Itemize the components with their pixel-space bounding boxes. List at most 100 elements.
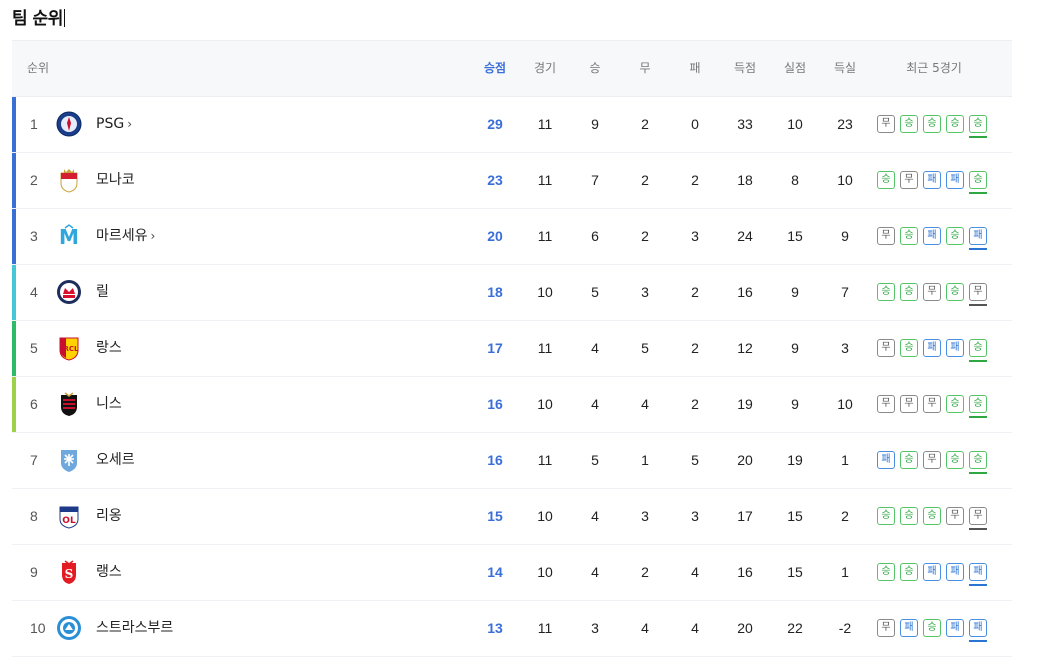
team-lost: 4 bbox=[691, 620, 699, 636]
team-name[interactable]: 스트라스부르 bbox=[96, 601, 173, 656]
team-drawn: 2 bbox=[641, 172, 649, 188]
team-lost: 2 bbox=[691, 284, 699, 300]
recent-result-badge: 승 bbox=[969, 451, 987, 474]
header-drawn[interactable]: 무 bbox=[625, 41, 665, 96]
table-row[interactable]: 6 니스 16 10 4 4 2 19 9 10 무 무 무 승 승 bbox=[12, 377, 1012, 433]
team-lost: 2 bbox=[691, 172, 699, 188]
team-drawn: 1 bbox=[641, 452, 649, 468]
auxerre-logo-icon bbox=[56, 447, 82, 473]
team-gf: 12 bbox=[737, 340, 753, 356]
header-won[interactable]: 승 bbox=[575, 41, 615, 96]
team-gd: 2 bbox=[841, 508, 849, 524]
recent-result-badge: 무 bbox=[923, 451, 941, 469]
team-name-label: 니스 bbox=[96, 396, 122, 412]
team-lost: 5 bbox=[691, 452, 699, 468]
header-goal-diff[interactable]: 득실 bbox=[825, 41, 865, 96]
recent-result-badge: 패 bbox=[923, 563, 941, 581]
team-played: 11 bbox=[537, 228, 553, 244]
team-ga: 15 bbox=[787, 508, 803, 524]
recent-form: 무무무승승 bbox=[877, 395, 993, 418]
table-row[interactable]: 8 OL 리옹 15 10 4 3 3 17 15 2 승 승 승 무 무 bbox=[12, 489, 1012, 545]
recent-result-badge: 승 bbox=[877, 507, 895, 525]
recent-result-badge: 승 bbox=[900, 507, 918, 525]
team-played: 10 bbox=[537, 564, 553, 580]
strasbourg-logo-icon bbox=[56, 615, 82, 641]
table-row[interactable]: 9 S 랭스 14 10 4 2 4 16 15 1 승 승 패 패 패 bbox=[12, 545, 1012, 601]
team-drawn: 3 bbox=[641, 284, 649, 300]
qualification-bar bbox=[12, 265, 16, 320]
team-rank: 1 bbox=[30, 116, 38, 132]
latest-result-underline bbox=[969, 640, 987, 642]
svg-text:RCL: RCL bbox=[64, 345, 80, 353]
table-row[interactable]: 2 모나코 23 11 7 2 2 18 8 10 승 무 패 패 승 bbox=[12, 153, 1012, 209]
team-drawn: 5 bbox=[641, 340, 649, 356]
recent-result-badge: 무 bbox=[969, 283, 987, 306]
recent-form: 무승승승승 bbox=[877, 115, 993, 138]
team-ga: 15 bbox=[787, 228, 803, 244]
team-name[interactable]: 랑스 bbox=[96, 321, 122, 376]
recent-result-badge: 무 bbox=[946, 507, 964, 525]
team-drawn: 4 bbox=[641, 620, 649, 636]
header-played[interactable]: 경기 bbox=[525, 41, 565, 96]
recent-result-badge: 패 bbox=[946, 563, 964, 581]
team-name[interactable]: 마르세유 › bbox=[96, 209, 155, 264]
team-name[interactable]: 리옹 bbox=[96, 489, 122, 544]
team-lost: 0 bbox=[691, 116, 699, 132]
latest-result-underline bbox=[969, 248, 987, 250]
team-ga: 9 bbox=[791, 284, 799, 300]
header-points[interactable]: 승점 bbox=[475, 41, 515, 96]
header-lost[interactable]: 패 bbox=[675, 41, 715, 96]
recent-result-badge: 패 bbox=[946, 619, 964, 637]
recent-result-badge: 패 bbox=[969, 227, 987, 250]
recent-result-badge: 승 bbox=[946, 451, 964, 469]
team-name[interactable]: 릴 bbox=[96, 265, 109, 320]
team-name[interactable]: 랭스 bbox=[96, 545, 122, 600]
recent-result-badge: 승 bbox=[969, 395, 987, 418]
team-won: 4 bbox=[591, 508, 599, 524]
recent-result-badge: 무 bbox=[923, 395, 941, 413]
team-name[interactable]: 모나코 bbox=[96, 153, 135, 208]
team-gd: 1 bbox=[841, 452, 849, 468]
team-won: 3 bbox=[591, 620, 599, 636]
team-name[interactable]: PSG › bbox=[96, 97, 132, 152]
latest-result-underline bbox=[969, 472, 987, 474]
recent-result-badge: 패 bbox=[923, 227, 941, 245]
qualification-bar bbox=[12, 377, 16, 432]
team-gf: 19 bbox=[737, 396, 753, 412]
recent-result-badge: 무 bbox=[877, 115, 895, 133]
recent-result-badge: 승 bbox=[923, 619, 941, 637]
team-lost: 4 bbox=[691, 564, 699, 580]
team-won: 5 bbox=[591, 284, 599, 300]
header-goals-against[interactable]: 실점 bbox=[775, 41, 815, 96]
team-drawn: 2 bbox=[641, 228, 649, 244]
recent-result-badge: 패 bbox=[877, 451, 895, 469]
team-drawn: 2 bbox=[641, 564, 649, 580]
table-row[interactable]: 1 PSG › 29 11 9 2 0 33 10 23 무 승 승 승 승 bbox=[12, 97, 1012, 153]
team-name[interactable]: 오세르 bbox=[96, 433, 135, 488]
team-points: 16 bbox=[487, 396, 503, 412]
team-name-label: 모나코 bbox=[96, 172, 135, 188]
nice-logo-icon bbox=[56, 391, 82, 417]
recent-result-badge: 무 bbox=[900, 171, 918, 189]
header-goals-for[interactable]: 득점 bbox=[725, 41, 765, 96]
table-row[interactable]: 3 M 마르세유 › 20 11 6 2 3 24 15 9 무 승 패 승 패 bbox=[12, 209, 1012, 265]
lens-logo-icon: RCL bbox=[56, 335, 82, 361]
table-row[interactable]: 4 릴 18 10 5 3 2 16 9 7 승 승 무 승 무 bbox=[12, 265, 1012, 321]
latest-result-underline bbox=[969, 304, 987, 306]
team-won: 5 bbox=[591, 452, 599, 468]
recent-result-badge: 승 bbox=[900, 115, 918, 133]
recent-form: 무패승패패 bbox=[877, 619, 993, 642]
team-name[interactable]: 니스 bbox=[96, 377, 122, 432]
team-gd: 10 bbox=[837, 172, 853, 188]
team-lost: 2 bbox=[691, 396, 699, 412]
table-row[interactable]: 5 RCL 랑스 17 11 4 5 2 12 9 3 무 승 패 패 승 bbox=[12, 321, 1012, 377]
recent-result-badge: 패 bbox=[946, 339, 964, 357]
team-rank: 2 bbox=[30, 172, 38, 188]
team-played: 10 bbox=[537, 284, 553, 300]
recent-result-badge: 승 bbox=[877, 563, 895, 581]
team-gd: 10 bbox=[837, 396, 853, 412]
team-points: 20 bbox=[487, 228, 503, 244]
table-row[interactable]: 10 스트라스부르 13 11 3 4 4 20 22 -2 무 패 승 패 패 bbox=[12, 601, 1012, 657]
table-row[interactable]: 7 오세르 16 11 5 1 5 20 19 1 패 승 무 승 승 bbox=[12, 433, 1012, 489]
recent-result-badge: 패 bbox=[946, 171, 964, 189]
